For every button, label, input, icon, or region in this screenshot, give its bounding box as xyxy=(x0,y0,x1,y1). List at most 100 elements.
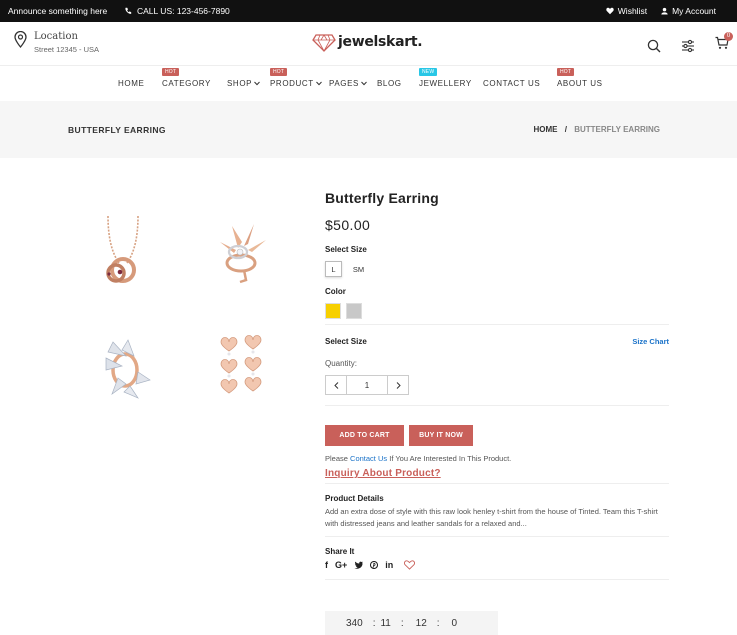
size-option-sm[interactable]: SM xyxy=(350,261,367,277)
settings-sliders-icon[interactable] xyxy=(681,39,695,53)
hot-badge: HOT xyxy=(270,68,288,76)
divider xyxy=(325,405,669,406)
countdown-hours: 11 xyxy=(380,617,391,629)
countdown-seconds: 0 xyxy=(451,617,458,629)
contact-us-link[interactable]: Contact Us xyxy=(350,454,387,463)
nav-item-contact-us[interactable]: CONTACT US xyxy=(483,79,540,88)
nav-label: PAGES xyxy=(329,79,359,88)
divider xyxy=(325,536,669,537)
chevron-down-icon xyxy=(361,81,367,86)
nav-item-shop[interactable]: SHOP xyxy=(227,79,260,88)
select-size-label: Select Size xyxy=(325,245,367,254)
countdown-separator: : xyxy=(372,617,376,629)
location-address: Street 12345 - USA xyxy=(34,45,100,54)
select-size-label-2: Select Size xyxy=(325,337,367,346)
store-location[interactable]: Location Street 12345 - USA xyxy=(14,31,99,54)
nav-item-category[interactable]: HOT CATEGORY xyxy=(162,68,211,88)
hot-badge: HOT xyxy=(162,68,180,76)
product-details: Butterfly Earring $50.00 Select Size L S… xyxy=(325,190,669,580)
share-label: Share It xyxy=(325,547,355,556)
nav-label: JEWELLERY xyxy=(419,79,472,88)
breadcrumb-separator: / xyxy=(564,125,567,134)
nav-item-product[interactable]: HOT PRODUCT xyxy=(270,68,322,88)
size-chart-row: Select Size Size Chart xyxy=(325,337,669,346)
hot-badge: HOT xyxy=(557,68,575,76)
new-badge: NEW xyxy=(419,68,438,76)
chevron-down-icon xyxy=(254,81,260,86)
call-us-text: CALL US: 123-456-7890 xyxy=(137,6,230,16)
quantity-increase-button[interactable] xyxy=(388,376,408,394)
add-to-cart-button[interactable]: ADD TO CART xyxy=(325,425,404,446)
site-logo[interactable]: jewelskart. xyxy=(312,32,423,52)
color-label: Color xyxy=(325,287,346,296)
chevron-left-icon xyxy=(333,381,338,389)
nav-item-about-us[interactable]: HOT ABOUT US xyxy=(557,68,603,88)
page-title: BUTTERFLY EARRING xyxy=(68,125,166,135)
google-plus-icon[interactable]: G+ xyxy=(335,560,347,570)
cart-count-badge: 0 xyxy=(724,32,733,41)
breadcrumb: HOME / BUTTERFLY EARRING xyxy=(534,125,661,134)
my-account-link[interactable]: My Account xyxy=(661,6,716,16)
breadcrumb-banner: BUTTERFLY EARRING HOME / BUTTERFLY EARRI… xyxy=(0,101,737,158)
countdown-separator: : xyxy=(400,617,404,629)
location-title: Location xyxy=(34,31,78,42)
countdown-minutes: 12 xyxy=(415,617,427,629)
heart-icon xyxy=(606,7,614,15)
nav-item-pages[interactable]: PAGES xyxy=(329,79,367,88)
purchase-buttons: ADD TO CART BUY IT NOW xyxy=(325,425,669,446)
product-price: $50.00 xyxy=(325,217,371,233)
user-icon xyxy=(661,7,668,15)
quantity-decrease-button[interactable] xyxy=(326,376,346,394)
cart-button[interactable]: 0 xyxy=(715,32,733,55)
nav-label: CONTACT US xyxy=(483,79,541,88)
announcement-text: Announce something here xyxy=(8,6,108,16)
pinterest-icon[interactable] xyxy=(370,561,379,569)
breadcrumb-home-link[interactable]: HOME xyxy=(534,125,558,134)
divider xyxy=(325,579,669,580)
nav-label: BLOG xyxy=(377,79,402,88)
nav-item-jewellery[interactable]: NEW JEWELLERY xyxy=(419,68,472,88)
divider xyxy=(325,324,669,325)
wishlist-label: Wishlist xyxy=(617,6,648,16)
contact-note: Please Contact Us If You Are Interested … xyxy=(325,454,669,463)
wishlist-link[interactable]: Wishlist xyxy=(606,6,647,16)
product-image-flower-ring[interactable] xyxy=(196,208,286,298)
contact-note-post: If You Are Interested In This Product. xyxy=(389,454,512,463)
product-image-heart-earrings[interactable] xyxy=(196,322,286,412)
quantity-input[interactable]: 1 xyxy=(346,376,388,394)
color-swatches xyxy=(325,303,669,319)
size-option-l[interactable]: L xyxy=(325,261,342,277)
nav-item-home[interactable]: HOME xyxy=(118,79,144,88)
nav-label: SHOP xyxy=(227,79,253,88)
size-options: L SM xyxy=(325,261,669,277)
logo-text: jewelskart. xyxy=(338,34,423,50)
map-pin-icon xyxy=(14,31,27,48)
inquiry-link[interactable]: Inquiry About Product? xyxy=(325,468,669,479)
size-chart-link[interactable]: Size Chart xyxy=(632,337,669,346)
linkedin-icon[interactable]: in xyxy=(385,560,393,570)
color-swatch-yellow[interactable] xyxy=(325,303,341,319)
color-swatch-silver[interactable] xyxy=(346,303,362,319)
product-name: Butterfly Earring xyxy=(325,190,439,206)
wishlist-heart-icon[interactable] xyxy=(404,560,416,570)
buy-now-button[interactable]: BUY IT NOW xyxy=(409,425,473,446)
site-header: Location Street 12345 - USA jewelskart. … xyxy=(0,22,737,66)
call-us[interactable]: CALL US: 123-456-7890 xyxy=(124,6,230,16)
diamond-logo-icon xyxy=(312,34,336,52)
quantity-stepper: 1 xyxy=(325,375,409,395)
countdown-days: 340 xyxy=(346,617,363,629)
product-description: Add an extra dose of style with this raw… xyxy=(325,507,658,528)
product-image-necklace[interactable] xyxy=(78,208,168,298)
quantity-label: Quantity: xyxy=(325,359,358,368)
divider xyxy=(325,483,669,484)
twitter-icon[interactable] xyxy=(354,561,364,569)
nav-item-blog[interactable]: BLOG xyxy=(377,79,402,88)
facebook-icon[interactable]: f xyxy=(325,560,328,570)
chevron-right-icon xyxy=(396,381,401,389)
nav-label: CATEGORY xyxy=(162,79,211,88)
search-icon[interactable] xyxy=(647,39,661,53)
nav-label: HOME xyxy=(118,79,145,88)
product-details-label: Product Details xyxy=(325,494,384,503)
product-image-butterfly-ring[interactable] xyxy=(78,322,168,412)
breadcrumb-current: BUTTERFLY EARRING xyxy=(574,125,660,134)
